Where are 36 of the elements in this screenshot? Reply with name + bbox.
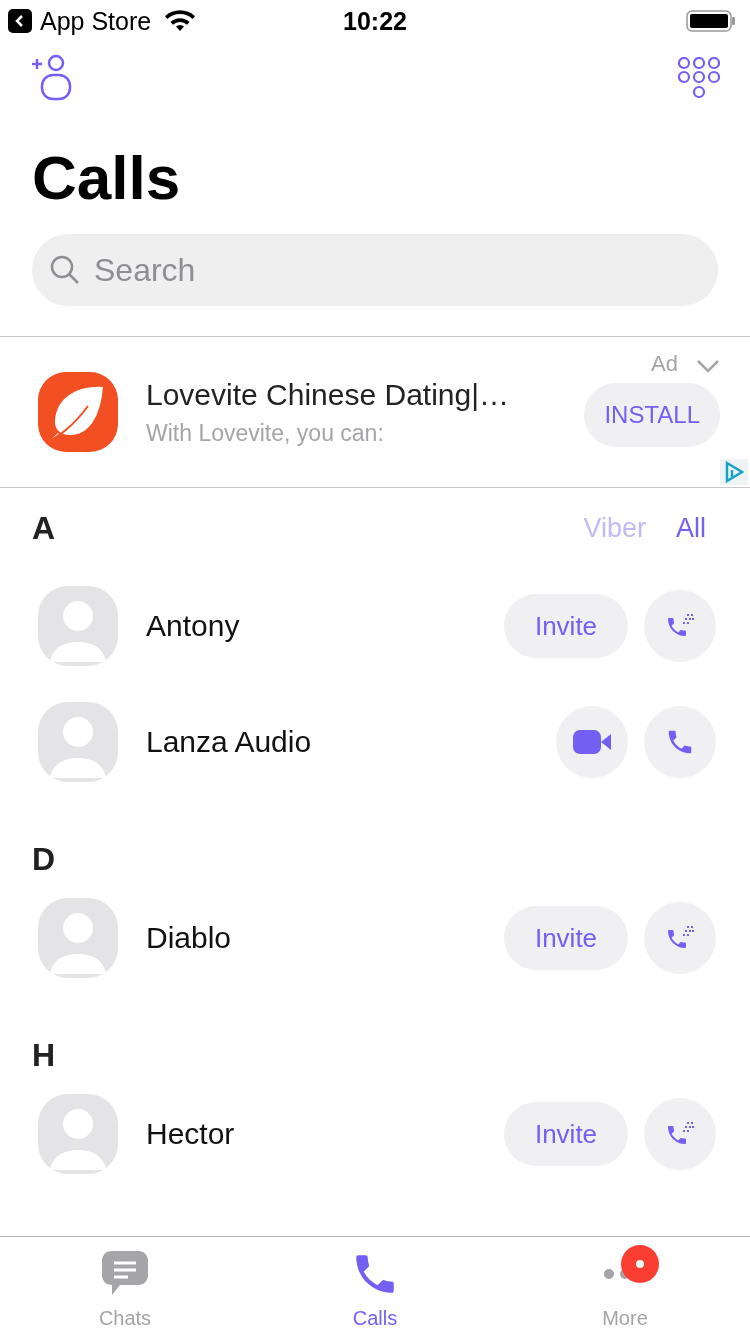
avatar-icon bbox=[38, 1094, 118, 1174]
tab-item[interactable]: Chats bbox=[0, 1237, 250, 1334]
back-icon[interactable] bbox=[8, 9, 32, 33]
contact-name: Lanza Audio bbox=[146, 725, 313, 759]
avatar-icon bbox=[38, 586, 118, 666]
avatar-icon bbox=[38, 898, 118, 978]
install-button[interactable]: INSTALL bbox=[584, 383, 720, 447]
invite-button[interactable]: Invite bbox=[504, 906, 628, 970]
ad-title: Lovevite Chinese Dating|… bbox=[146, 377, 510, 412]
back-label[interactable]: App Store bbox=[40, 6, 152, 36]
ad-label: Ad bbox=[651, 351, 678, 377]
section-letter: D bbox=[32, 841, 56, 878]
invite-button[interactable]: Invite bbox=[504, 1102, 628, 1166]
filter-tab[interactable]: All bbox=[676, 512, 706, 544]
time: 10:22 bbox=[342, 6, 408, 36]
avatar-icon bbox=[38, 702, 118, 782]
section-letter: H bbox=[32, 1037, 56, 1074]
invite-button[interactable]: Invite bbox=[504, 594, 628, 658]
contact-name: Hector bbox=[146, 1117, 236, 1151]
page-title: Calls bbox=[31, 142, 182, 214]
ad-subtitle: With Lovevite, you can: bbox=[146, 419, 385, 447]
app-logo-icon bbox=[38, 372, 118, 452]
keypad-icon[interactable] bbox=[678, 57, 720, 99]
chevron-down-icon[interactable] bbox=[696, 359, 720, 373]
section-letter: A bbox=[32, 509, 56, 547]
search-icon bbox=[50, 255, 80, 285]
video-camera-icon bbox=[573, 730, 611, 754]
wifi-icon bbox=[165, 10, 196, 32]
add-contact-icon[interactable] bbox=[30, 54, 74, 102]
tab-item[interactable]: Calls bbox=[250, 1237, 500, 1334]
contact-name: Diablo bbox=[146, 921, 233, 955]
contact-name: Antony bbox=[146, 609, 241, 643]
battery-icon bbox=[686, 10, 736, 32]
ad-choices-icon[interactable] bbox=[720, 459, 748, 485]
tab-item[interactable]: More bbox=[500, 1237, 750, 1334]
search-field[interactable]: Search bbox=[32, 234, 718, 306]
